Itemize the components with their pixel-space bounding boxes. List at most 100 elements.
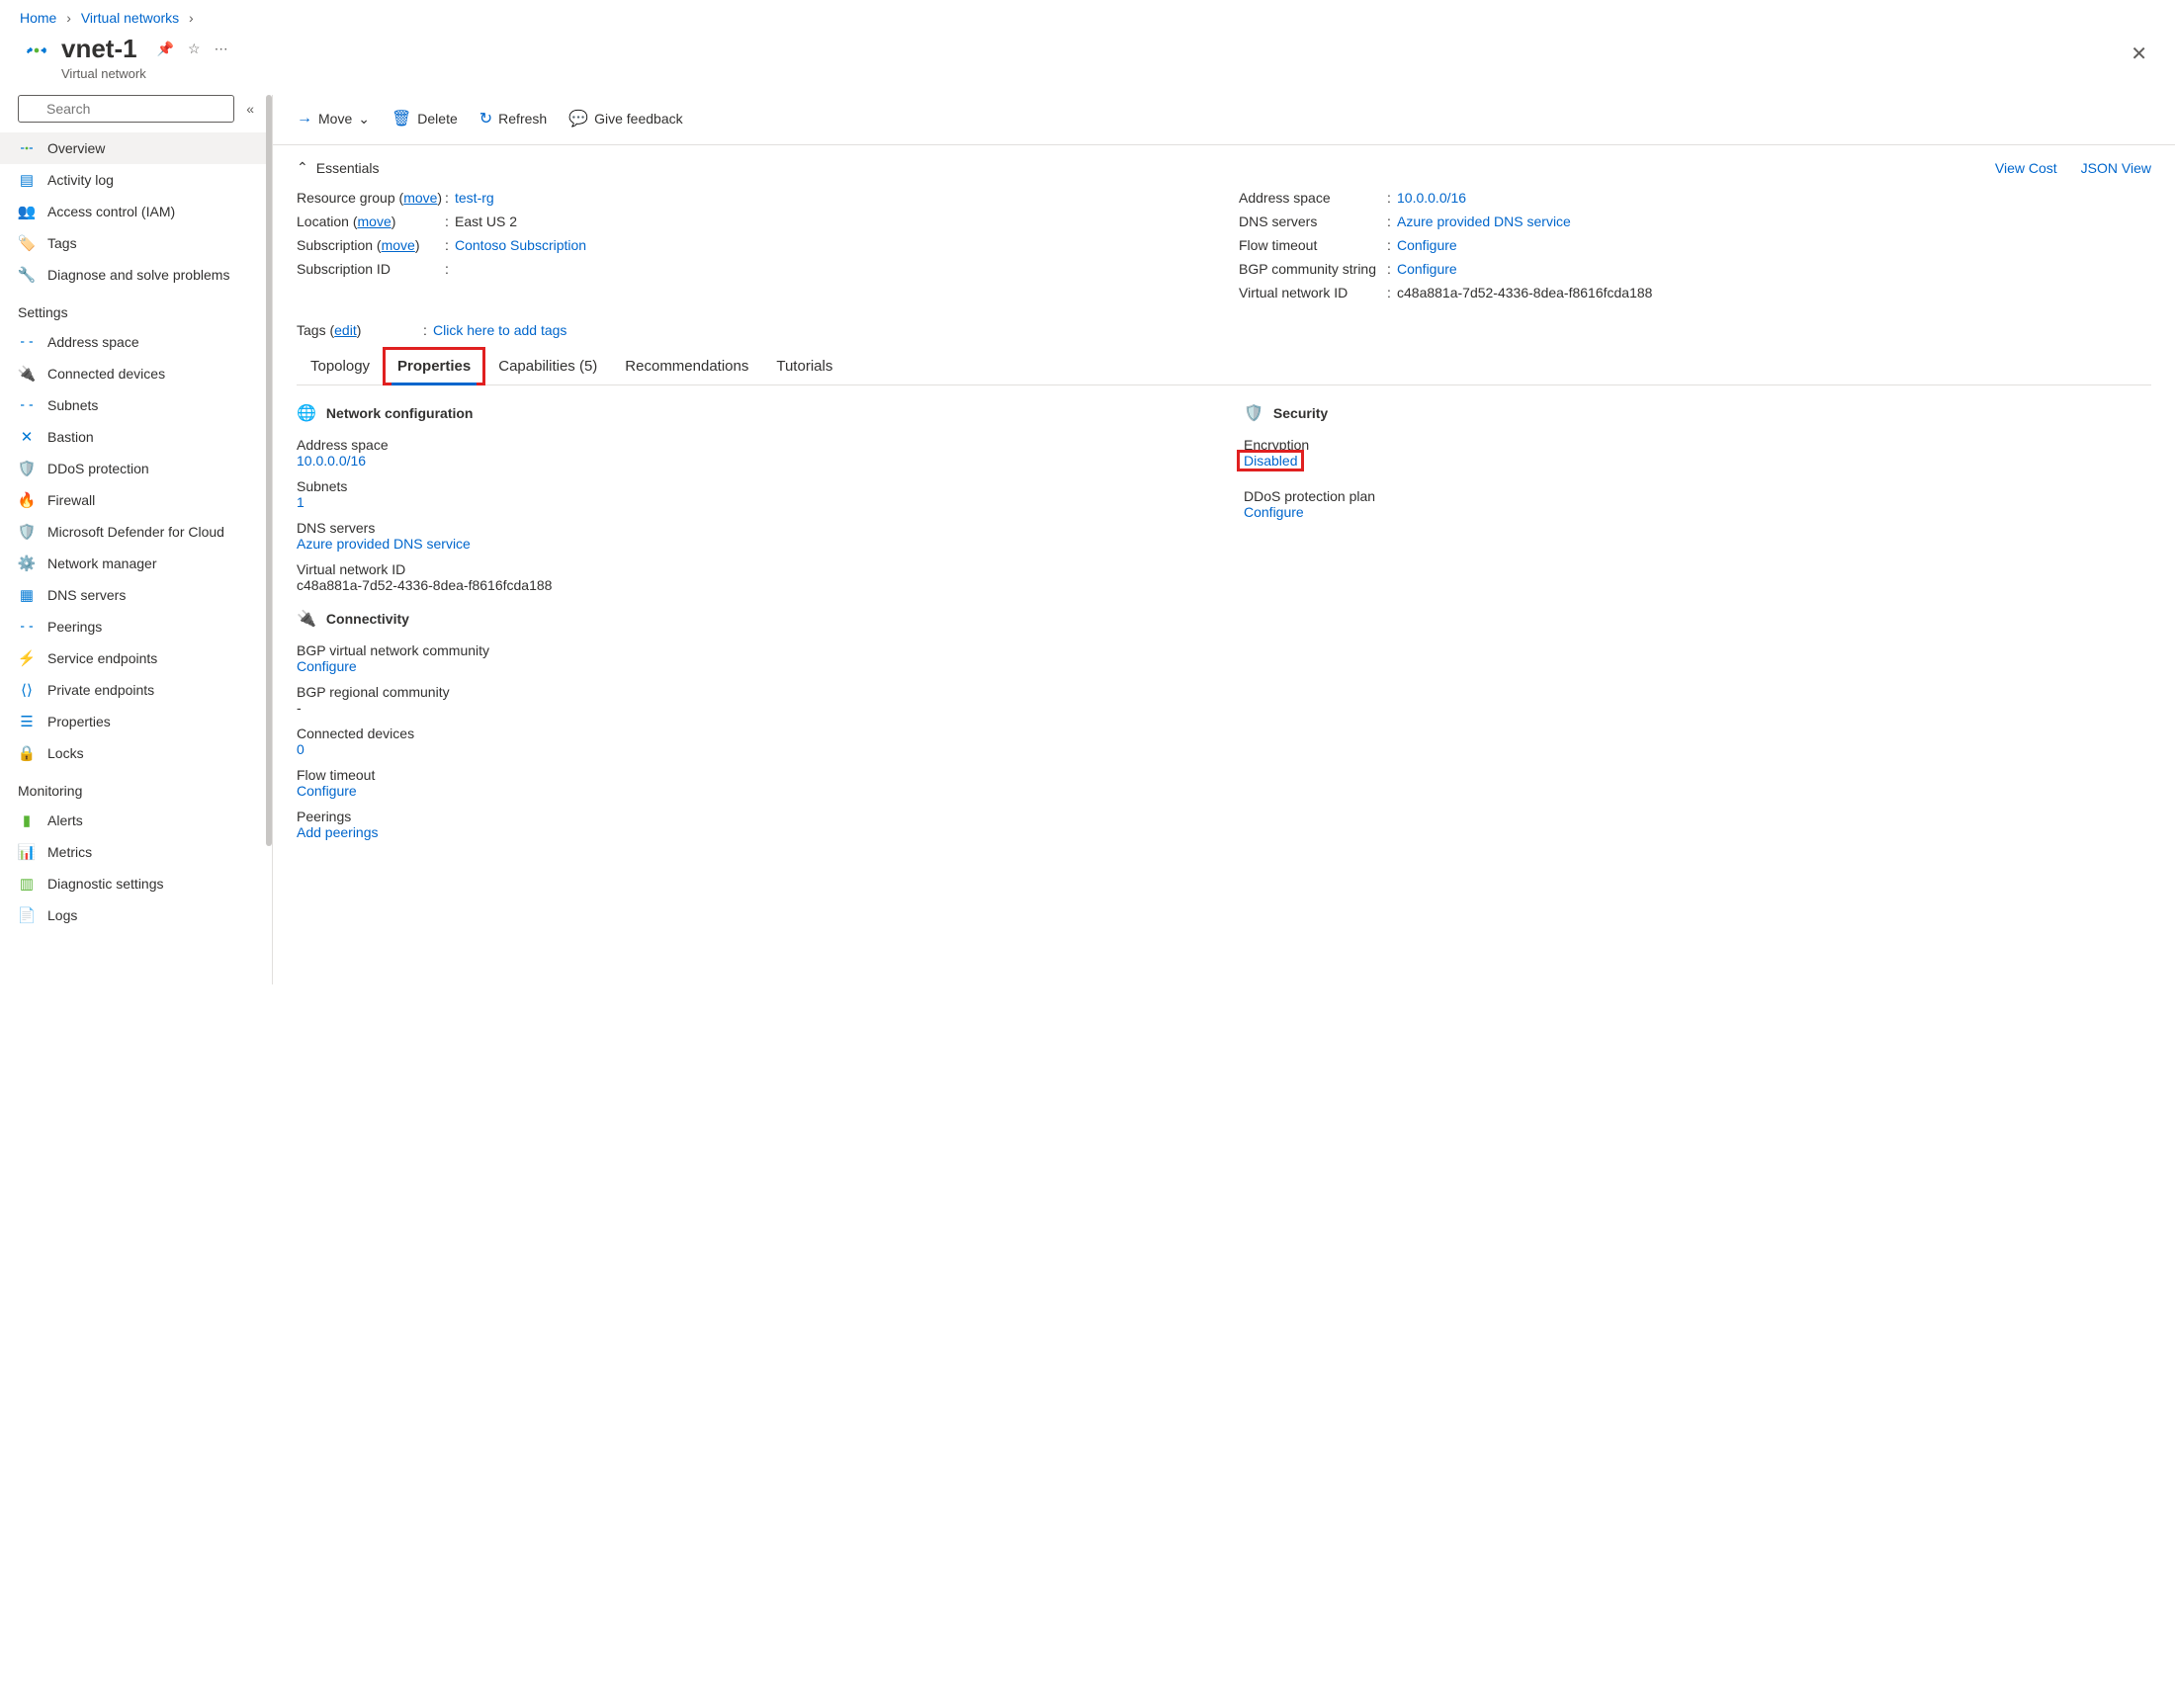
plug-icon: 🔌 xyxy=(18,365,36,383)
section-network-config: 🌐Network configuration xyxy=(297,403,1204,423)
collapse-sidebar-icon[interactable]: « xyxy=(246,101,254,117)
sidebar-item-diagnose[interactable]: 🔧Diagnose and solve problems xyxy=(0,259,272,291)
move-rg-link[interactable]: move xyxy=(403,190,437,206)
vnet-icon xyxy=(18,139,36,157)
delete-button[interactable]: 🗑Delete xyxy=(392,109,458,128)
vnet-icon xyxy=(20,34,53,67)
sidebar-section-monitoring: Monitoring xyxy=(0,769,272,805)
sidebar-item-netmgr[interactable]: ⚙️Network manager xyxy=(0,548,272,579)
tab-recommendations[interactable]: Recommendations xyxy=(611,348,762,384)
dns-value-link[interactable]: Azure provided DNS service xyxy=(1397,214,1571,229)
sub-value-link[interactable]: Contoso Subscription xyxy=(455,237,586,253)
section-connectivity: Connectivity xyxy=(326,611,409,627)
essentials-toggle[interactable]: ⌃Essentials xyxy=(297,159,380,176)
prop-flow-value[interactable]: Configure xyxy=(297,783,1204,799)
main-content: →Move ⌄ 🗑Delete ↻Refresh 💬Give feedback … xyxy=(273,95,2175,984)
private-icon: ⟨⟩ xyxy=(18,681,36,699)
breadcrumb-vnets[interactable]: Virtual networks xyxy=(81,10,179,26)
toolbar: →Move ⌄ 🗑Delete ↻Refresh 💬Give feedback xyxy=(273,95,2175,144)
sidebar-item-firewall[interactable]: 🔥Firewall xyxy=(0,484,272,516)
sidebar-item-privendpoints[interactable]: ⟨⟩Private endpoints xyxy=(0,674,272,706)
sidebar-item-diagsettings[interactable]: ▥Diagnostic settings xyxy=(0,868,272,899)
chevron-right-icon: › xyxy=(66,10,71,26)
refresh-button[interactable]: ↻Refresh xyxy=(479,109,547,128)
subnets-icon xyxy=(18,396,36,414)
prop-enc-value[interactable]: Disabled xyxy=(1240,453,1301,469)
sidebar-item-subnets[interactable]: Subnets xyxy=(0,389,272,421)
prop-dns-value[interactable]: Azure provided DNS service xyxy=(297,536,1204,552)
sidebar-item-bastion[interactable]: ✕Bastion xyxy=(0,421,272,453)
sidebar-item-locks[interactable]: 🔒Locks xyxy=(0,737,272,769)
alerts-icon: ▮ xyxy=(18,811,36,829)
defender-icon: 🛡️ xyxy=(18,523,36,541)
subid-value xyxy=(455,261,1209,277)
sidebar-item-tags[interactable]: 🏷️Tags xyxy=(0,227,272,259)
bastion-icon: ✕ xyxy=(18,428,36,446)
sidebar-item-ddos[interactable]: 🛡️DDoS protection xyxy=(0,453,272,484)
move-loc-link[interactable]: move xyxy=(358,214,392,229)
gear-icon: ⚙️ xyxy=(18,555,36,572)
tag-icon: 🏷️ xyxy=(18,234,36,252)
sidebar-item-dns[interactable]: ▦DNS servers xyxy=(0,579,272,611)
prop-flow-label: Flow timeout xyxy=(297,767,1204,783)
add-tags-link[interactable]: Click here to add tags xyxy=(433,322,566,338)
rg-value-link[interactable]: test-rg xyxy=(455,190,494,206)
tab-tutorials[interactable]: Tutorials xyxy=(762,348,846,384)
flow-configure-link[interactable]: Configure xyxy=(1397,237,1457,253)
firewall-icon: 🔥 xyxy=(18,491,36,509)
sidebar-item-overview[interactable]: Overview xyxy=(0,132,272,164)
connectivity-icon: 🔌 xyxy=(297,609,316,629)
log-icon: ▤ xyxy=(18,171,36,189)
move-button[interactable]: →Move ⌄ xyxy=(297,110,370,128)
sidebar-item-activity[interactable]: ▤Activity log xyxy=(0,164,272,196)
prop-ddos-value[interactable]: Configure xyxy=(1244,504,2151,520)
prop-subnets-value[interactable]: 1 xyxy=(297,494,1204,510)
prop-addr-label: Address space xyxy=(297,437,1204,453)
essentials-grid: Resource group (move):test-rg Location (… xyxy=(273,186,2175,318)
prop-conndev-value[interactable]: 0 xyxy=(297,741,1204,757)
prop-vnetid-label: Virtual network ID xyxy=(297,561,1204,577)
sidebar-item-svcendpoints[interactable]: ⚡Service endpoints xyxy=(0,642,272,674)
view-cost-link[interactable]: View Cost xyxy=(1995,160,2057,176)
search-input[interactable] xyxy=(18,95,234,123)
star-icon[interactable]: ☆ xyxy=(188,41,201,57)
sidebar-item-connected-devices[interactable]: 🔌Connected devices xyxy=(0,358,272,389)
pin-icon[interactable]: 📌 xyxy=(157,41,174,57)
move-sub-link[interactable]: move xyxy=(382,237,415,253)
more-icon[interactable]: ⋯ xyxy=(215,41,228,57)
feedback-button[interactable]: 💬Give feedback xyxy=(568,109,682,128)
wrench-icon: 🔧 xyxy=(18,266,36,284)
prop-bgpreg-value: - xyxy=(297,700,1204,716)
sidebar-item-peerings[interactable]: Peerings xyxy=(0,611,272,642)
scrollbar[interactable] xyxy=(266,95,272,846)
bgp-configure-link[interactable]: Configure xyxy=(1397,261,1457,277)
prop-addr-value[interactable]: 10.0.0.0/16 xyxy=(297,453,1204,469)
page-subtitle: Virtual network xyxy=(61,66,228,81)
section-security: 🛡️Security xyxy=(1244,403,2151,423)
prop-bgpreg-label: BGP regional community xyxy=(297,684,1204,700)
prop-bgpvnet-label: BGP virtual network community xyxy=(297,642,1204,658)
sidebar-item-alerts[interactable]: ▮Alerts xyxy=(0,805,272,836)
shield-icon: 🛡️ xyxy=(18,460,36,477)
breadcrumb-home[interactable]: Home xyxy=(20,10,56,26)
tab-topology[interactable]: Topology xyxy=(297,348,384,384)
addr-value-link[interactable]: 10.0.0.0/16 xyxy=(1397,190,1466,206)
sidebar-item-address-space[interactable]: Address space xyxy=(0,326,272,358)
sidebar-item-iam[interactable]: 👥Access control (IAM) xyxy=(0,196,272,227)
tab-capabilities[interactable]: Capabilities (5) xyxy=(484,348,611,384)
close-button[interactable]: ✕ xyxy=(2123,34,2155,74)
refresh-icon: ↻ xyxy=(479,109,492,128)
sidebar-item-properties[interactable]: ☰Properties xyxy=(0,706,272,737)
network-icon: 🌐 xyxy=(297,403,316,423)
prop-peer-value[interactable]: Add peerings xyxy=(297,824,1204,840)
arrow-right-icon: → xyxy=(297,110,312,128)
sidebar-item-defender[interactable]: 🛡️Microsoft Defender for Cloud xyxy=(0,516,272,548)
tab-properties[interactable]: Properties xyxy=(384,348,484,384)
sidebar-item-metrics[interactable]: 📊Metrics xyxy=(0,836,272,868)
edit-tags-link[interactable]: edit xyxy=(334,322,357,338)
prop-bgpvnet-value[interactable]: Configure xyxy=(297,658,1204,674)
prop-ddos-label: DDoS protection plan xyxy=(1244,488,2151,504)
json-view-link[interactable]: JSON View xyxy=(2081,160,2151,176)
sidebar-item-logs[interactable]: 📄Logs xyxy=(0,899,272,931)
shield-icon: 🛡️ xyxy=(1244,403,1263,423)
